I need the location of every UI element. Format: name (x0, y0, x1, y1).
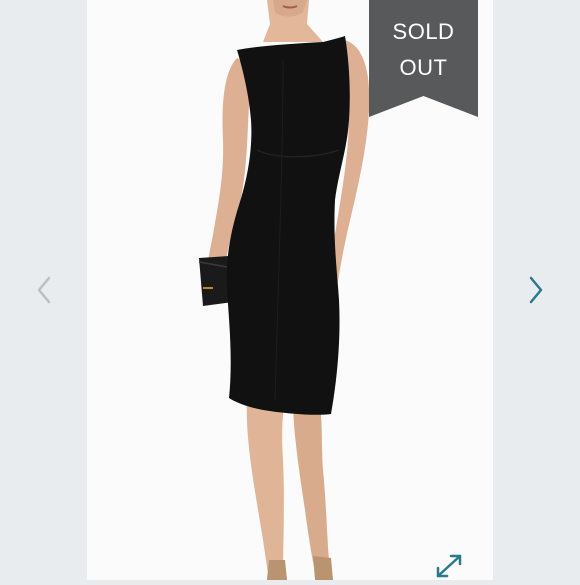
expand-icon (432, 554, 466, 584)
sold-out-badge: SOLD OUT (369, 0, 478, 117)
sold-out-badge-line1: SOLD (392, 19, 455, 44)
image-viewer: SOLD OUT (0, 0, 580, 580)
chevron-left-icon (36, 276, 52, 309)
previous-image-button[interactable] (24, 270, 64, 314)
next-image-button[interactable] (516, 270, 556, 314)
sold-out-badge-line2: OUT (399, 55, 448, 80)
chevron-right-icon (528, 276, 544, 309)
expand-image-button[interactable] (432, 552, 466, 580)
